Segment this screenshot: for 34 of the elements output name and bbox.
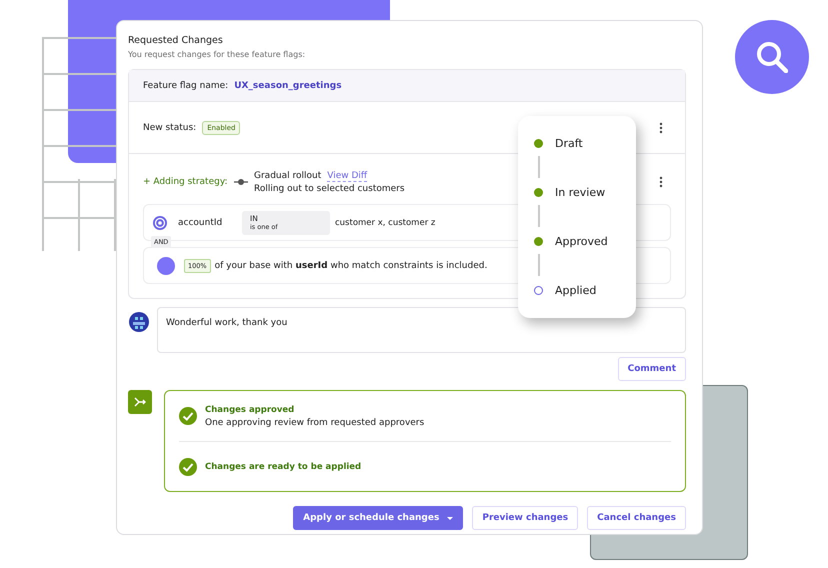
field-label: Feature flag name:	[143, 80, 228, 90]
view-diff-link[interactable]: View Diff	[327, 170, 368, 182]
step-label: In review	[555, 186, 606, 198]
strategy-description: Rolling out to selected customers	[254, 184, 405, 194]
target-icon	[152, 214, 168, 230]
action-button[interactable]: Cancel changes	[587, 506, 686, 530]
slider-icon	[234, 177, 248, 187]
caret-icon	[447, 516, 454, 520]
strategy-label: + Adding strategy:	[143, 177, 229, 187]
more-menu-button[interactable]	[657, 174, 665, 190]
action-button[interactable]: Preview changes	[472, 506, 578, 530]
step-label: Draft	[555, 136, 583, 150]
section-subtitle: You request changes for these feature flags:	[128, 50, 306, 59]
avatar-icon	[129, 312, 149, 332]
strategy-name: Gradual rollout	[254, 170, 322, 180]
search-icon	[756, 41, 788, 73]
field-label: New status:	[143, 122, 196, 132]
check-title: Changes approved	[205, 404, 296, 414]
comment-button[interactable]: Comment	[618, 357, 686, 381]
kebab-icon	[659, 122, 663, 134]
flag-name: UX_season_greetings	[234, 80, 342, 90]
apply-button[interactable]: Apply or schedule changes	[293, 506, 464, 530]
kebab-icon	[659, 176, 663, 188]
circle-icon	[157, 256, 175, 274]
rollout-text: of your base with userId who match constraints is included.	[214, 260, 488, 270]
constraint-values: customer x, customer z	[335, 218, 436, 228]
section-title: Requested Changes	[128, 35, 224, 46]
step-label: Applied	[555, 284, 596, 296]
constraint-field: accountId	[178, 218, 242, 228]
merge-icon	[134, 395, 146, 409]
step-label: Approved	[555, 234, 608, 248]
check-title: Changes are ready to be applied	[205, 462, 362, 472]
comment-field[interactable]: Wonderful work, thank you	[157, 307, 686, 353]
check-detail: One approving review from requested approvers	[205, 418, 424, 428]
